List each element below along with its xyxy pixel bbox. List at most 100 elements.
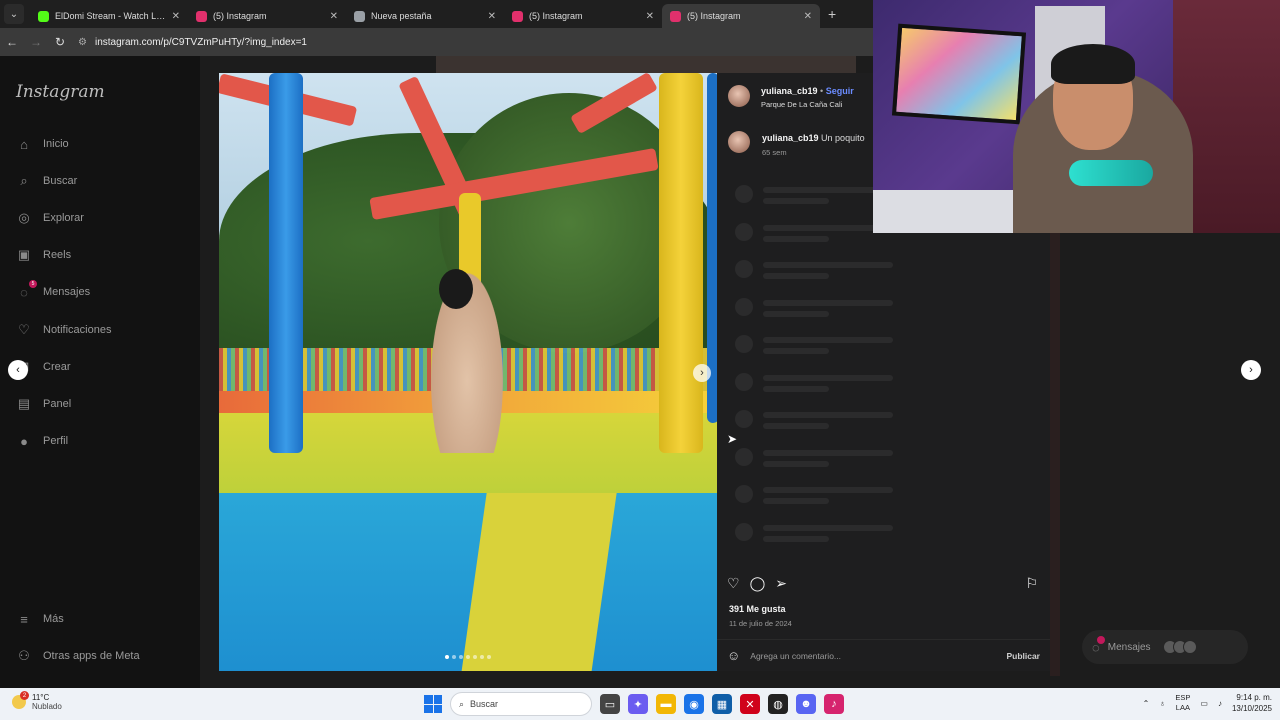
- reload-button[interactable]: ↻: [48, 35, 72, 49]
- tab-search-button[interactable]: ⌄: [4, 4, 24, 24]
- backdrop-post-edge: [1050, 216, 1060, 676]
- browser-tab[interactable]: ElDomi Stream - Watch Live on ✕: [30, 4, 188, 28]
- file-explorer-icon[interactable]: ▬: [656, 694, 676, 714]
- tab-title: (5) Instagram: [529, 11, 583, 21]
- sidebar: Instagram ⌂ Inicio ⌕ Buscar ◎ Explorar ▣ Reels ◌…: [0, 56, 200, 688]
- microphone-icon[interactable]: ♁: [1159, 699, 1165, 708]
- windows-start-icon[interactable]: [424, 695, 442, 713]
- clock[interactable]: 9:14 p. m. 13/10/2025: [1232, 692, 1272, 714]
- post-actions: ♡ ◯ ➢: [727, 575, 787, 592]
- post-date: 11 de julio de 2024: [729, 619, 792, 628]
- comment-input[interactable]: Agrega un comentario...: [750, 651, 996, 661]
- weather-desc: Nublado: [32, 702, 62, 711]
- floating-messages-label: Mensajes: [1107, 641, 1151, 653]
- chrome-icon[interactable]: ◉: [684, 694, 704, 714]
- browser-tab[interactable]: (5) Instagram ✕: [662, 4, 820, 28]
- store-icon[interactable]: ▦: [712, 694, 732, 714]
- likes-count[interactable]: 391 Me gusta: [729, 604, 786, 614]
- message-avatars: [1162, 640, 1197, 654]
- location-link[interactable]: Parque De La Caña Cali: [761, 100, 842, 109]
- taskbar-search[interactable]: ⌕ Buscar: [450, 692, 592, 716]
- sidebar-bottom-item[interactable]: ≡ Más: [16, 611, 64, 627]
- sidebar-item-panel[interactable]: ▤ Panel: [16, 396, 71, 412]
- comment-icon[interactable]: ◯: [750, 575, 766, 592]
- mouse-cursor-icon: ➤: [727, 432, 738, 446]
- sidebar-item-buscar[interactable]: ⌕ Buscar: [16, 173, 77, 189]
- carousel-next-button[interactable]: ›: [693, 364, 711, 382]
- sidebar-item-mensajes[interactable]: ◌ 5 Mensajes: [16, 280, 90, 300]
- back-button[interactable]: ←: [0, 35, 24, 49]
- post-image: ›: [219, 73, 717, 671]
- webcam-streamer-hair: [1051, 44, 1135, 84]
- url-field[interactable]: ⚙ instagram.com/p/C9TVZmPuHTy/?img_index…: [78, 37, 307, 48]
- chevron-up-icon[interactable]: ⌃: [1143, 699, 1150, 708]
- bookmark-icon[interactable]: ⚐: [1025, 575, 1038, 592]
- sidebar-bottom-item[interactable]: ⚇ Otras apps de Meta: [16, 648, 139, 664]
- carousel-dot: [480, 655, 484, 659]
- carousel-dot: [445, 655, 449, 659]
- discord-icon[interactable]: ☻: [796, 694, 816, 714]
- profile-icon: ●: [20, 433, 28, 449]
- sidebar-item-perfil[interactable]: ● Perfil: [16, 433, 68, 449]
- sidebar-item-label: Más: [43, 613, 64, 625]
- comment-loading-skeleton: [735, 223, 893, 242]
- site-info-icon[interactable]: ⚙: [78, 37, 87, 48]
- search-icon: ⌕: [459, 698, 465, 709]
- sidebar-item-reels[interactable]: ▣ Reels: [16, 247, 71, 263]
- forward-button[interactable]: →: [24, 35, 48, 49]
- sidebar-item-explorar[interactable]: ◎ Explorar: [16, 210, 84, 226]
- instagram-logo[interactable]: Instagram: [16, 82, 105, 102]
- tiktok-icon[interactable]: ♪: [824, 694, 844, 714]
- previous-post-button[interactable]: ‹: [8, 360, 28, 380]
- tab-title: ElDomi Stream - Watch Live on: [55, 11, 166, 21]
- close-icon[interactable]: ✕: [172, 11, 180, 22]
- username-link[interactable]: yuliana_cb19: [761, 86, 818, 96]
- share-send-icon[interactable]: ➢: [775, 575, 787, 592]
- close-icon[interactable]: ✕: [488, 11, 496, 22]
- browser-tab[interactable]: (5) Instagram ✕: [504, 4, 662, 28]
- like-heart-icon[interactable]: ♡: [727, 575, 740, 592]
- floating-messages-button[interactable]: ◌ Mensajes: [1082, 630, 1248, 664]
- avatar[interactable]: [728, 85, 750, 107]
- comment-loading-skeleton: [735, 523, 893, 542]
- sidebar-item-inicio[interactable]: ⌂ Inicio: [16, 136, 69, 152]
- image-pole: [659, 73, 703, 453]
- volume-icon[interactable]: ♪: [1218, 699, 1222, 708]
- follow-button[interactable]: Seguir: [826, 86, 854, 96]
- emoji-icon[interactable]: ☺: [727, 648, 740, 663]
- weather-widget[interactable]: 2 11°C Nublado: [12, 691, 62, 711]
- task-view-icon[interactable]: ▭: [600, 694, 620, 714]
- browser-tab[interactable]: Nueva pestaña ✕: [346, 4, 504, 28]
- tab-favicon-icon: [354, 10, 365, 22]
- close-icon[interactable]: ✕: [646, 11, 654, 22]
- obs-icon[interactable]: ◍: [768, 694, 788, 714]
- next-post-button[interactable]: ›: [1241, 360, 1261, 380]
- caption-username[interactable]: yuliana_cb19: [762, 133, 819, 143]
- image-pole: [269, 73, 303, 453]
- heart-icon: ♡: [18, 322, 30, 337]
- browser-tab[interactable]: (5) Instagram ✕: [188, 4, 346, 28]
- weather-cloud-icon: 2: [12, 691, 29, 709]
- capcut-icon[interactable]: ✕: [740, 694, 760, 714]
- copilot-icon[interactable]: ✦: [628, 694, 648, 714]
- search-icon: ⌕: [20, 173, 28, 188]
- network-icon[interactable]: ▭: [1200, 699, 1208, 708]
- comment-loading-skeleton: [735, 298, 893, 317]
- backdrop-post: [436, 56, 856, 74]
- compass-icon: ◎: [18, 210, 30, 225]
- carousel-dots: [445, 655, 491, 659]
- menu-icon: ≡: [20, 611, 28, 627]
- close-icon[interactable]: ✕: [330, 11, 338, 22]
- close-icon[interactable]: ✕: [804, 11, 812, 22]
- sidebar-item-notificaciones[interactable]: ♡ Notificaciones: [16, 322, 111, 338]
- meta-icon: ⚇: [18, 648, 30, 663]
- webcam-tv: [891, 23, 1027, 125]
- language-indicator[interactable]: ESP LAA: [1175, 693, 1190, 713]
- avatar[interactable]: [728, 131, 750, 153]
- sidebar-item-label: Notificaciones: [43, 324, 112, 336]
- tab-title: Nueva pestaña: [371, 11, 432, 21]
- lang-bottom: LAA: [1175, 703, 1190, 712]
- home-icon: ⌂: [20, 136, 28, 152]
- publish-button[interactable]: Publicar: [1006, 651, 1040, 661]
- new-tab-button[interactable]: +: [828, 6, 836, 22]
